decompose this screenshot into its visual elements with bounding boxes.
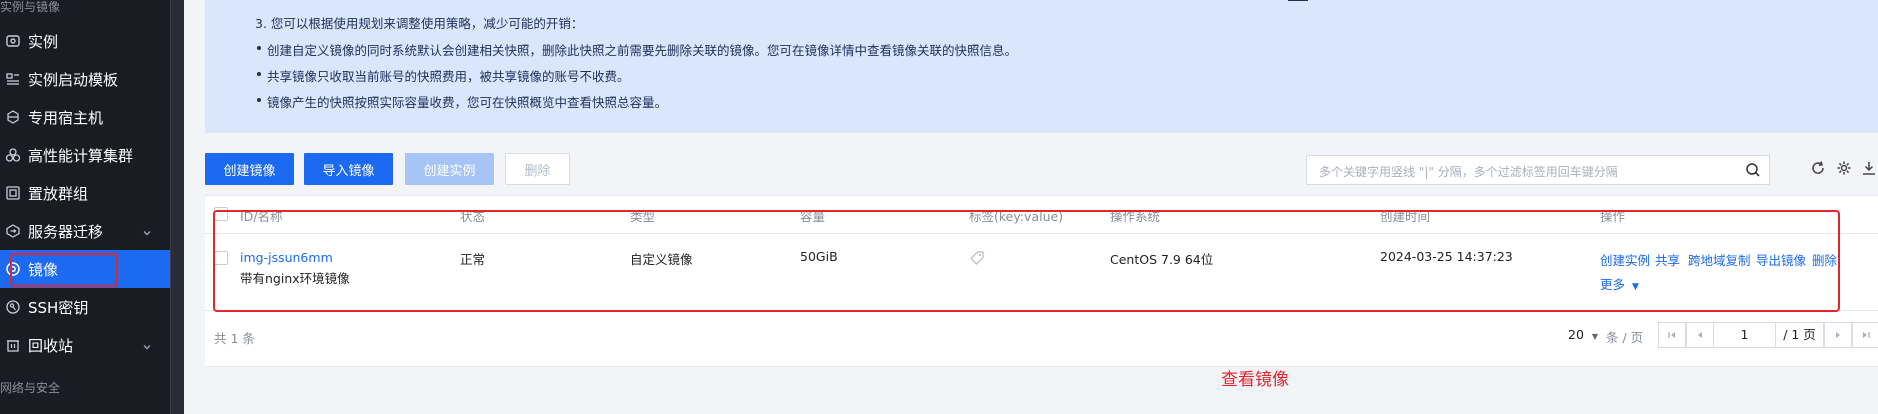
gear-icon[interactable] (1836, 160, 1852, 180)
sidebar-item-placement-groups[interactable]: 置放群组 (0, 174, 170, 212)
sidebar-item-label: 服务器迁移 (28, 222, 104, 241)
server-icon (2, 30, 24, 52)
search-placeholder: 多个关键字用竖线 "|" 分隔，多个过滤标签用回车键分隔 (1319, 165, 1618, 179)
page-size-value: 20 (1568, 327, 1584, 342)
sidebar-group-network: 网络与安全 (0, 381, 61, 395)
sidebar-item-launch-templates[interactable]: 实例启动模板 (0, 60, 170, 98)
notice-line-3: 3. 您可以根据使用规划来调整使用策略，减少可能的开销： (255, 16, 584, 31)
sidebar-item-label: 置放群组 (28, 184, 89, 203)
sidebar-item-label: 实例 (28, 32, 59, 51)
cluster-icon (2, 144, 24, 166)
last-page-button[interactable] (1852, 322, 1878, 348)
sidebar-item-label: 实例启动模板 (28, 70, 119, 89)
first-page-button[interactable] (1658, 322, 1686, 348)
sidebar-group-instances: 实例与镜像 (0, 0, 61, 14)
migrate-icon (2, 220, 24, 242)
sidebar-item-server-migration[interactable]: 服务器迁移 (0, 212, 170, 250)
sidebar-item-label: 回收站 (28, 336, 74, 355)
search-icon[interactable] (1745, 162, 1761, 182)
annotation-caption: 查看镜像 (1221, 370, 1289, 390)
sidebar-item-dedicated-hosts[interactable]: 专用宿主机 (0, 98, 170, 136)
import-image-button[interactable]: 导入镜像 (304, 153, 393, 185)
total-count: 共 1 条 (214, 331, 255, 346)
sidebar-item-instances[interactable]: 实例 (0, 22, 170, 60)
next-page-button[interactable] (1824, 322, 1852, 348)
sidebar-scrollbar[interactable] (170, 0, 184, 414)
sidebar-item-ssh-keys[interactable]: SSH密钥 (0, 288, 170, 326)
sidebar: 实例与镜像 实例 实例启动模板 专用宿主机 高性能计算集群 置放群组 服务器迁移… (0, 0, 170, 414)
highlight-box-table (213, 210, 1840, 312)
sidebar-item-label: 高性能计算集群 (28, 146, 134, 165)
download-icon[interactable] (1862, 160, 1876, 180)
chevron-down-icon (142, 338, 152, 356)
sidebar-item-label: SSH密钥 (28, 298, 89, 317)
refresh-icon[interactable] (1810, 160, 1826, 180)
notice-bullet: 共享镜像只收取当前账号的快照费用，被共享镜像的账号不收费。 (257, 66, 630, 85)
notice-box: 3. 您可以根据使用规划来调整使用策略，减少可能的开销： 创建自定义镜像的同时系… (205, 0, 1878, 133)
caret-down-icon: ▼ (1591, 332, 1599, 341)
highlight-box-sidebar (10, 253, 118, 287)
sidebar-item-label: 专用宿主机 (28, 108, 104, 127)
template-icon (2, 68, 24, 90)
prev-page-button[interactable] (1686, 322, 1714, 348)
group-icon (2, 182, 24, 204)
page-size-select[interactable]: 20 ▼ (1568, 327, 1598, 342)
create-image-button[interactable]: 创建镜像 (205, 153, 294, 185)
sidebar-item-recycle-bin[interactable]: 回收站 (0, 326, 170, 364)
trash-icon (2, 334, 24, 356)
key-icon (2, 296, 24, 318)
sidebar-item-hpc-clusters[interactable]: 高性能计算集群 (0, 136, 170, 174)
host-icon (2, 106, 24, 128)
chevron-down-icon (142, 224, 152, 242)
create-instance-button[interactable]: 创建实例 (405, 153, 494, 185)
page-size-unit: 条 / 页 (1606, 330, 1644, 345)
search-input[interactable]: 多个关键字用竖线 "|" 分隔，多个过滤标签用回车键分隔 (1306, 155, 1770, 185)
notice-link-underline (1288, 0, 1308, 1)
notice-bullet: 镜像产生的快照按照实际容量收费，您可在快照概览中查看快照总容量。 (256, 92, 667, 111)
total-pages: / 1 页 (1776, 322, 1824, 348)
notice-bullet: 创建自定义镜像的同时系统默认会创建相关快照，删除此快照之前需要先删除关联的镜像。… (256, 40, 1017, 59)
page-number-input[interactable]: 1 (1713, 322, 1776, 348)
delete-button[interactable]: 删除 (505, 153, 570, 185)
